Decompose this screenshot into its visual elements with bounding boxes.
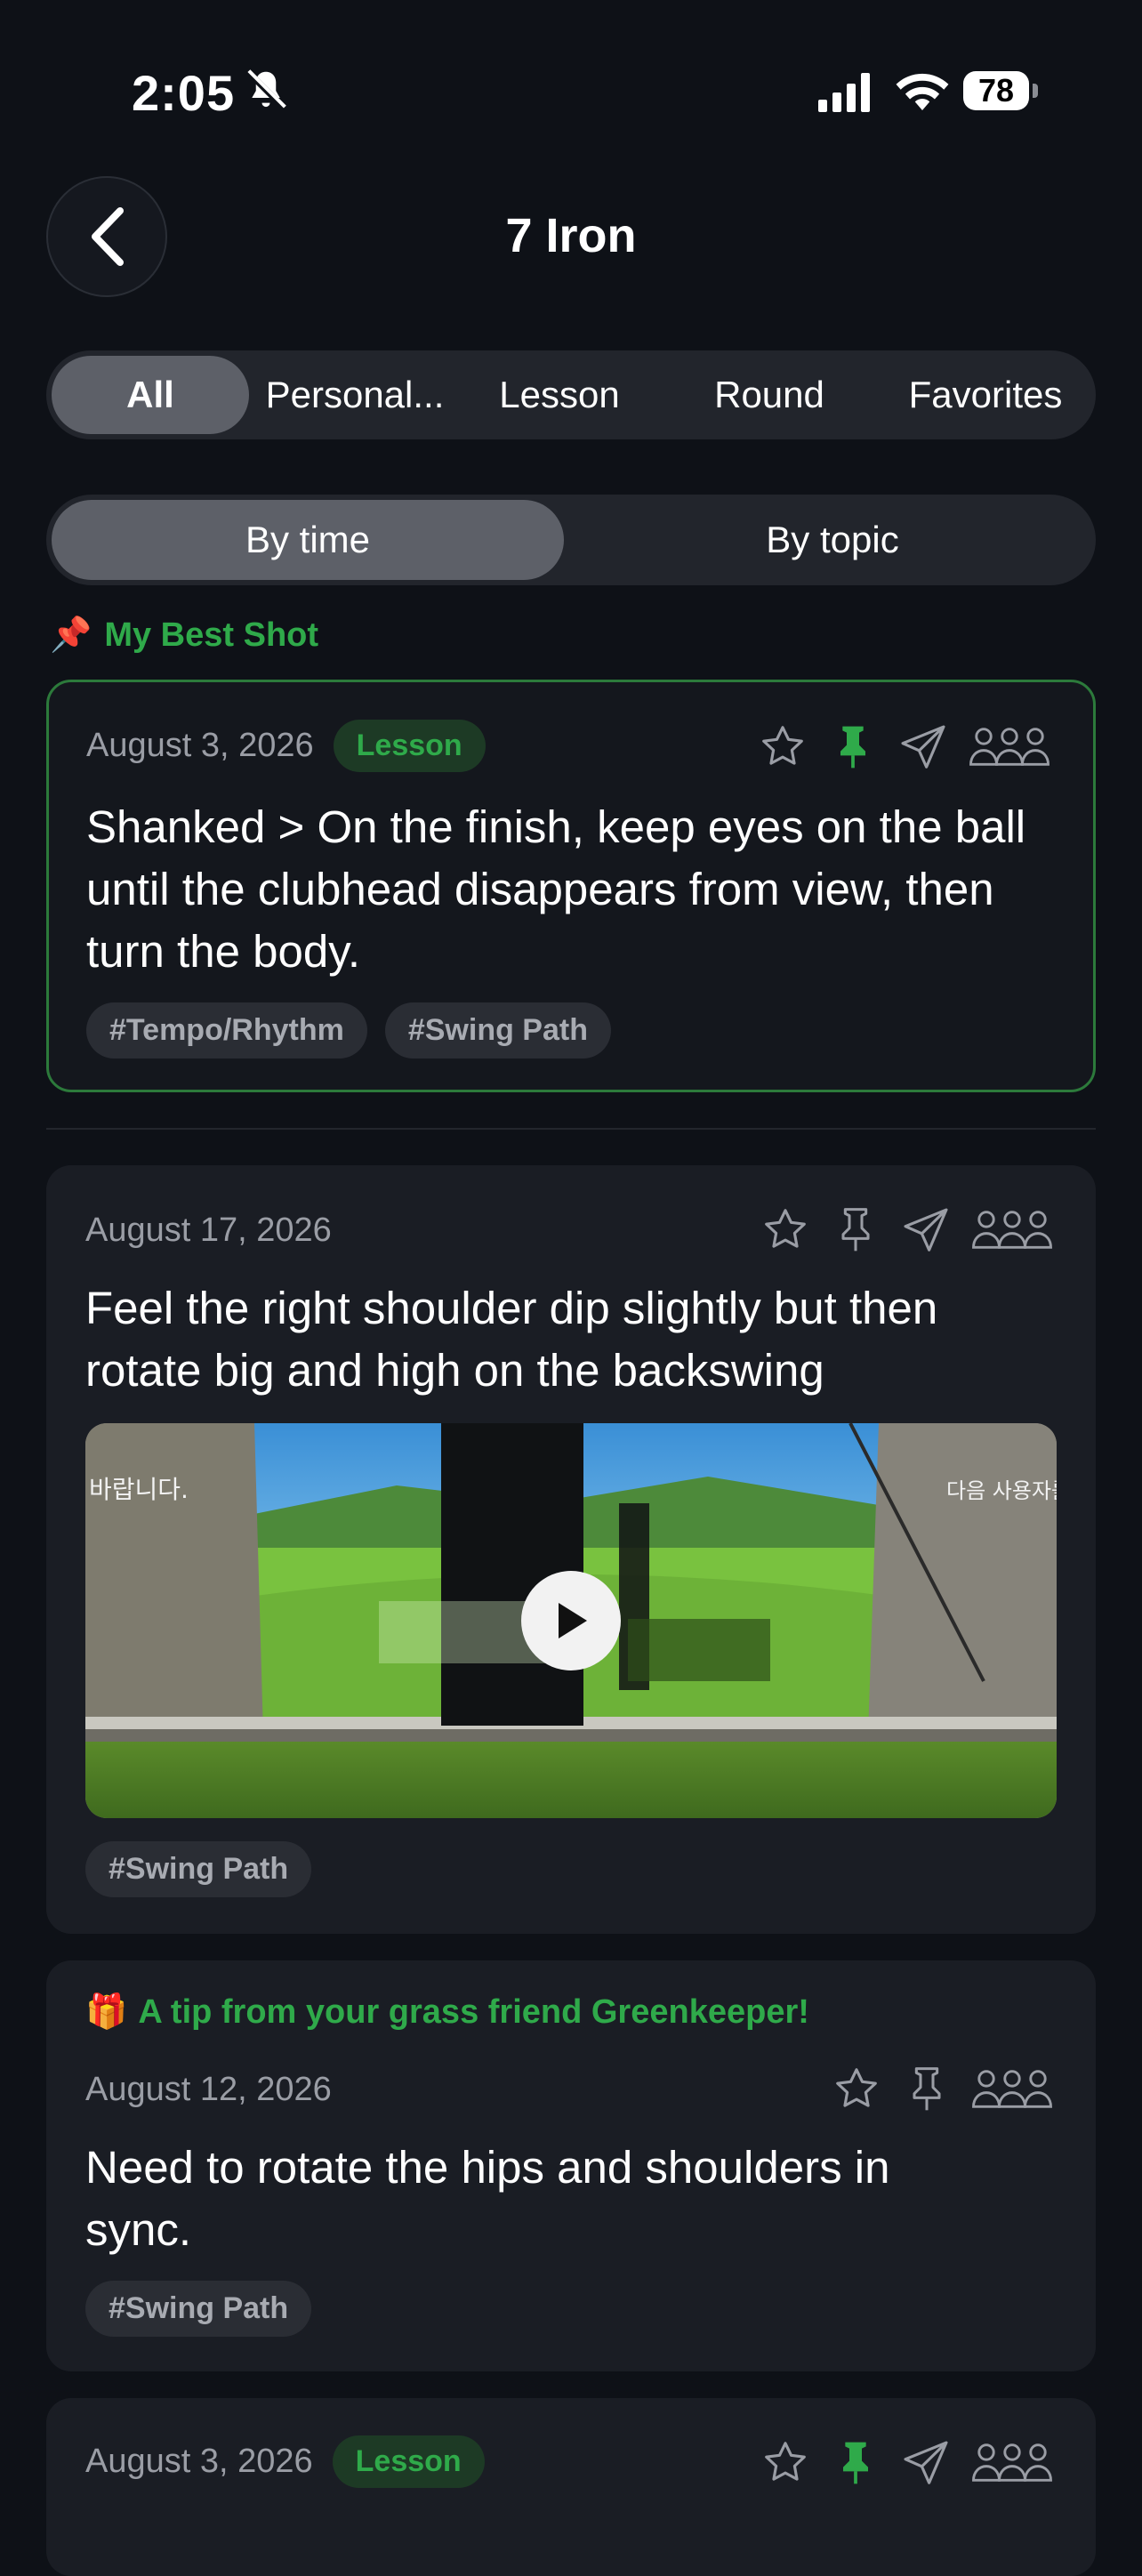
page-title: 7 Iron	[505, 209, 637, 262]
note-card-best-shot[interactable]: August 3, 2026 Lesson Shanked > On the f…	[46, 680, 1096, 1092]
play-icon	[559, 1603, 587, 1638]
pushpin-icon: 📌	[50, 616, 92, 654]
lesson-badge: Lesson	[333, 720, 486, 772]
tag-chip[interactable]: #Swing Path	[85, 1841, 312, 1897]
tab-personal[interactable]: Personal...	[256, 356, 454, 434]
tab-favorites[interactable]: Favorites	[881, 356, 1090, 434]
note-card-video[interactable]: August 17, 2026 Feel the right shoulder …	[46, 1165, 1096, 1934]
card-actions	[760, 2437, 1053, 2489]
community-icon[interactable]	[969, 721, 1050, 773]
star-icon[interactable]	[760, 1204, 811, 1256]
send-icon[interactable]	[900, 1204, 952, 1256]
filter-tab-bar: All Personal... Lesson Round Favorites	[46, 350, 1096, 439]
sort-toggle: By time By topic	[46, 495, 1096, 585]
note-date: August 3, 2026	[85, 2443, 313, 2480]
bell-muted-icon	[245, 69, 286, 110]
best-shot-text: My Best Shot	[104, 616, 319, 654]
battery-level: 78	[963, 71, 1029, 110]
community-icon[interactable]	[971, 1204, 1053, 1256]
note-card-partial[interactable]: August 3, 2026 Lesson	[46, 2398, 1096, 2576]
wifi-icon	[896, 73, 949, 110]
community-icon[interactable]	[971, 2437, 1053, 2489]
note-text: Need to rotate the hips and shoulders in…	[85, 2142, 890, 2255]
pin-outline-icon[interactable]	[831, 1204, 881, 1256]
tag-chip[interactable]: #Tempo/Rhythm	[86, 1002, 367, 1059]
note-card-tip[interactable]: 🎁 A tip from your grass friend Greenkeep…	[46, 1960, 1096, 2371]
cellular-signal-icon	[818, 73, 870, 112]
tip-label: A tip from your grass friend Greenkeeper…	[138, 1992, 809, 2031]
send-icon[interactable]	[900, 2437, 952, 2489]
pin-outline-icon[interactable]	[902, 2064, 952, 2115]
sort-by-time-button[interactable]: By time	[52, 500, 564, 580]
note-date: August 17, 2026	[85, 1212, 332, 1249]
tag-chip[interactable]: #Swing Path	[85, 2281, 312, 2337]
sort-by-topic-button[interactable]: By topic	[575, 500, 1090, 580]
star-icon[interactable]	[760, 2437, 811, 2489]
card-actions	[757, 721, 1050, 773]
pin-icon[interactable]	[828, 721, 878, 773]
video-thumbnail[interactable]: 바랍니다. 다음 사용자를 위	[85, 1423, 1057, 1818]
video-overlay-text: 다음 사용자를 위	[946, 1478, 1057, 1503]
battery-indicator: 78	[963, 71, 1040, 112]
note-text: Feel the right shoulder dip slightly but…	[85, 1283, 938, 1396]
best-shot-label: 📌 My Best Shot	[50, 616, 318, 655]
gift-icon: 🎁	[85, 1993, 128, 2031]
tab-all[interactable]: All	[52, 356, 249, 434]
send-icon[interactable]	[897, 721, 949, 773]
note-date: August 12, 2026	[85, 2071, 332, 2108]
tag-chip[interactable]: #Swing Path	[384, 1002, 611, 1059]
tab-round[interactable]: Round	[671, 356, 868, 434]
lesson-badge: Lesson	[332, 2435, 485, 2488]
status-time: 2:05	[132, 65, 236, 121]
note-text: Shanked > On the finish, keep eyes on th…	[86, 801, 1026, 977]
section-divider	[46, 1128, 1096, 1130]
pin-icon[interactable]	[831, 2437, 881, 2489]
card-actions	[831, 2064, 1053, 2115]
tab-lesson[interactable]: Lesson	[461, 356, 658, 434]
play-button[interactable]	[521, 1571, 621, 1670]
star-icon[interactable]	[757, 721, 808, 773]
note-date: August 3, 2026	[86, 727, 314, 764]
community-icon[interactable]	[971, 2064, 1053, 2115]
star-icon[interactable]	[831, 2064, 882, 2115]
video-overlay-text: 바랍니다.	[89, 1475, 189, 1504]
card-actions	[760, 1204, 1053, 1256]
